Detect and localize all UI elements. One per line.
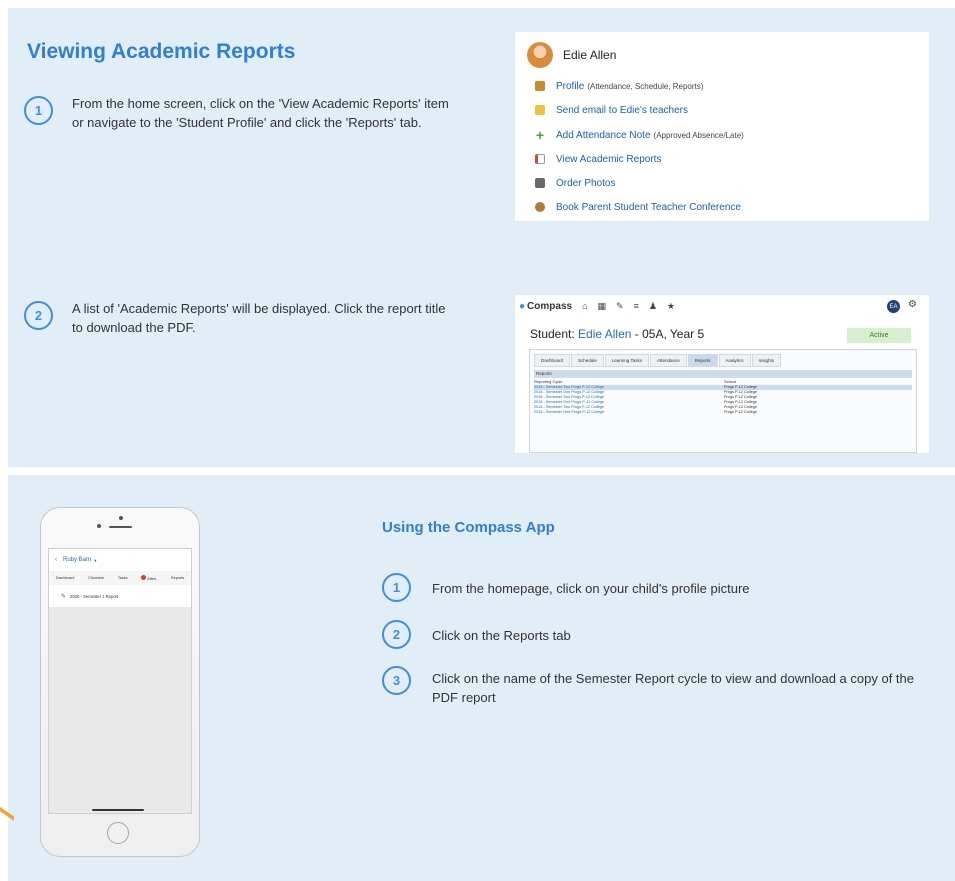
- phone-report-label: 2020 - Semester 1 Report: [70, 593, 119, 599]
- pencil-icon[interactable]: ✎: [616, 301, 624, 312]
- camera-icon: [119, 516, 123, 520]
- phone-tab-reports[interactable]: Reports: [171, 576, 184, 580]
- gear-icon[interactable]: ⚙: [908, 299, 917, 310]
- calendar-icon[interactable]: ▦: [598, 301, 607, 312]
- reports-header: Reports: [534, 370, 912, 378]
- sensor-icon: [97, 524, 101, 528]
- tab-attendance[interactable]: Attendance: [649, 354, 687, 367]
- phone-tab-tasks[interactable]: Tasks: [118, 576, 128, 580]
- tab-learning-tasks[interactable]: Learning Tasks: [604, 354, 649, 367]
- menu-item-order-photos[interactable]: Order Photos: [535, 175, 615, 191]
- app-step-2-text: Click on the Reports tab: [432, 628, 571, 643]
- avatar[interactable]: [527, 42, 553, 68]
- home-button[interactable]: [107, 822, 129, 844]
- phone-tabs: Dashboard Chronicle Tasks Atten. Reports: [49, 571, 191, 585]
- student-link[interactable]: Edie Allen: [578, 327, 631, 341]
- bottom-panel: Using the Compass App 1 From the homepag…: [8, 475, 955, 881]
- compass-navbar: ● Compass ⌂ ▦ ✎ ≡ ♟ ★: [515, 295, 929, 317]
- step-2-badge: 2: [24, 301, 53, 330]
- back-icon[interactable]: ‹: [55, 557, 57, 563]
- student-name: Edie Allen: [563, 48, 617, 62]
- step-1-badge: 1: [24, 96, 53, 125]
- menu-item-view-reports[interactable]: View Academic Reports: [535, 151, 661, 167]
- page-title: Viewing Academic Reports: [27, 40, 296, 63]
- compass-student-page: ● Compass ⌂ ▦ ✎ ≡ ♟ ★ EA ⚙ Student: Edie …: [515, 295, 929, 453]
- menu-item-label: View Academic Reports: [556, 153, 662, 165]
- compass-logo[interactable]: ● Compass: [519, 301, 572, 312]
- section-title: Using the Compass App: [382, 519, 555, 536]
- student-profile-card: Edie Allen Profile (Attendance, Schedule…: [515, 32, 929, 221]
- table-row[interactable]: 2016 - Semester One Progs P-12 College Pr…: [534, 410, 912, 415]
- user-avatar[interactable]: EA: [887, 300, 900, 313]
- camera-icon: [535, 178, 545, 188]
- step-1-text: From the home screen, click on the 'View…: [72, 96, 449, 130]
- phone-tab-attendance[interactable]: Atten.: [141, 575, 157, 581]
- menu-item-label: Add Attendance Note: [556, 129, 651, 141]
- people-icon[interactable]: ♟: [649, 301, 657, 312]
- tab-insights[interactable]: Insights: [751, 354, 782, 367]
- menu-item-send-email[interactable]: Send email to Edie's teachers: [535, 102, 688, 118]
- menu-item-sub: (Attendance, Schedule, Reports): [587, 81, 704, 91]
- tab-analytics[interactable]: Analytics: [718, 354, 751, 367]
- reports-columns: Reporting Cycle School: [534, 379, 912, 384]
- envelope-icon: [535, 105, 545, 115]
- tab-schedule[interactable]: Schedule: [571, 354, 604, 367]
- alert-badge: [141, 575, 147, 580]
- phone-tab-chronicle[interactable]: Chronicle: [88, 576, 104, 580]
- app-step-3-text: Click on the name of the Semester Report…: [432, 671, 914, 705]
- drop-icon: ●: [519, 300, 526, 312]
- menu-item-book-conference[interactable]: Book Parent Student Teacher Conference: [535, 199, 741, 215]
- chevron-down-icon: ▼: [93, 557, 98, 563]
- person-icon: [535, 81, 545, 91]
- tab-dashboard[interactable]: Dashboard: [534, 354, 571, 367]
- home-indicator: [92, 809, 144, 811]
- menu-item-profile[interactable]: Profile (Attendance, Schedule, Reports): [535, 78, 703, 94]
- menu-item-label: Profile: [556, 80, 585, 92]
- app-step-1-text: From the homepage, click on your child's…: [432, 581, 750, 596]
- menu-item-label: Book Parent Student Teacher Conference: [556, 201, 741, 213]
- menu-item-sub: (Approved Absence/Late): [653, 130, 744, 140]
- app-step-2-badge: 2: [382, 620, 411, 649]
- conference-icon: [535, 202, 545, 212]
- plus-icon: +: [535, 127, 545, 143]
- column-header: School: [724, 379, 737, 384]
- star-icon[interactable]: ★: [667, 301, 675, 312]
- student-tabs: Dashboard Schedule Learning Tasks Attend…: [534, 354, 782, 367]
- student-heading: Student: Edie Allen - 05A, Year 5: [530, 327, 705, 341]
- pen-icon: ✎: [61, 593, 67, 600]
- menu-item-attendance-note[interactable]: + Add Attendance Note (Approved Absence/…: [535, 127, 744, 143]
- step-2-text: A list of 'Academic Reports' will be dis…: [72, 301, 446, 335]
- phone-mockup: ‹ Ruby Barn ▼ Dashboard Chronicle Tasks …: [40, 507, 200, 857]
- app-step-3-badge: 3: [382, 666, 411, 695]
- menu-item-label: Send email to Edie's teachers: [556, 104, 688, 116]
- phone-tab-dashboard[interactable]: Dashboard: [56, 576, 75, 580]
- reports-panel: Dashboard Schedule Learning Tasks Attend…: [529, 349, 917, 453]
- column-header: Reporting Cycle: [534, 379, 563, 384]
- decorative-arrow-edge: [0, 806, 14, 824]
- tab-reports[interactable]: Reports: [687, 354, 718, 367]
- report-icon: [535, 154, 545, 164]
- list-icon[interactable]: ≡: [634, 301, 639, 311]
- top-panel: Viewing Academic Reports 1 From the home…: [8, 8, 955, 467]
- phone-student-name: Ruby Barn: [63, 557, 92, 563]
- phone-screen: ‹ Ruby Barn ▼ Dashboard Chronicle Tasks …: [48, 548, 192, 814]
- status-badge: Active: [847, 328, 911, 343]
- phone-report-item[interactable]: ✎ 2020 - Semester 1 Report: [49, 585, 191, 607]
- menu-item-label: Order Photos: [556, 177, 616, 189]
- speaker-icon: [109, 526, 132, 528]
- phone-header[interactable]: ‹ Ruby Barn ▼: [49, 549, 191, 571]
- home-icon[interactable]: ⌂: [582, 301, 587, 311]
- app-step-1-badge: 1: [382, 573, 411, 602]
